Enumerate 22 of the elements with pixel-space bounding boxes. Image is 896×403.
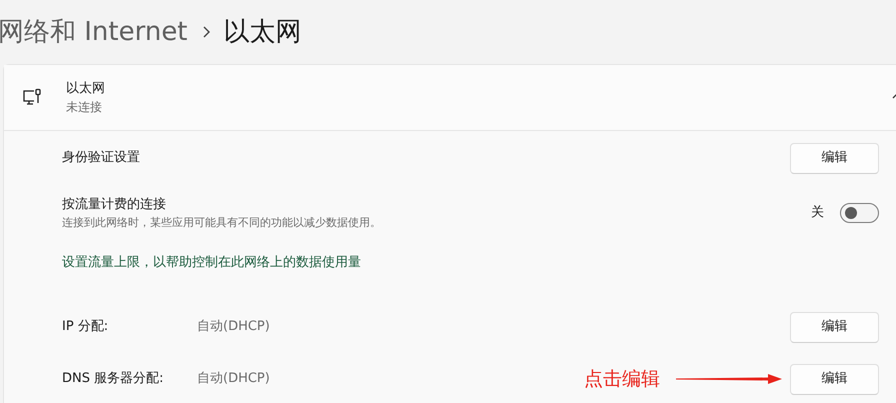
adapter-name: 以太网 — [66, 80, 105, 98]
setting-value: 自动(DHCP) — [197, 318, 271, 336]
ethernet-icon — [22, 88, 42, 108]
edit-button[interactable]: 编辑 — [790, 364, 879, 394]
page-title: 以太网 — [224, 16, 302, 48]
setting-value: 自动(DHCP) — [197, 370, 271, 388]
data-limit-link[interactable]: 设置流量上限，以帮助控制在此网络上的数据使用量 — [62, 253, 361, 273]
toggle-state: 关 — [811, 204, 824, 222]
setting-label: IP 分配: — [62, 318, 110, 336]
breadcrumb-link[interactable]: 网络和 Internet — [0, 12, 188, 52]
arrow-icon — [676, 373, 782, 385]
setting-label: 身份验证设置 — [62, 149, 141, 168]
card-header[interactable]: 以太网 未连接 — [4, 65, 896, 131]
edit-button[interactable]: 编辑 — [790, 312, 879, 342]
annotation-text: 点击编辑 — [584, 366, 660, 392]
toggle-switch[interactable] — [840, 203, 879, 223]
setting-description: 连接到此网络时，某些应用可能具有不同的功能以减少数据使用。 — [62, 214, 382, 230]
chevron-right-icon — [202, 26, 210, 38]
edit-button[interactable]: 编辑 — [790, 142, 879, 174]
connection-status: 未连接 — [66, 99, 103, 116]
setting-label: DNS 服务器分配: — [62, 370, 164, 388]
setting-label: 按流量计费的连接 — [62, 196, 167, 214]
